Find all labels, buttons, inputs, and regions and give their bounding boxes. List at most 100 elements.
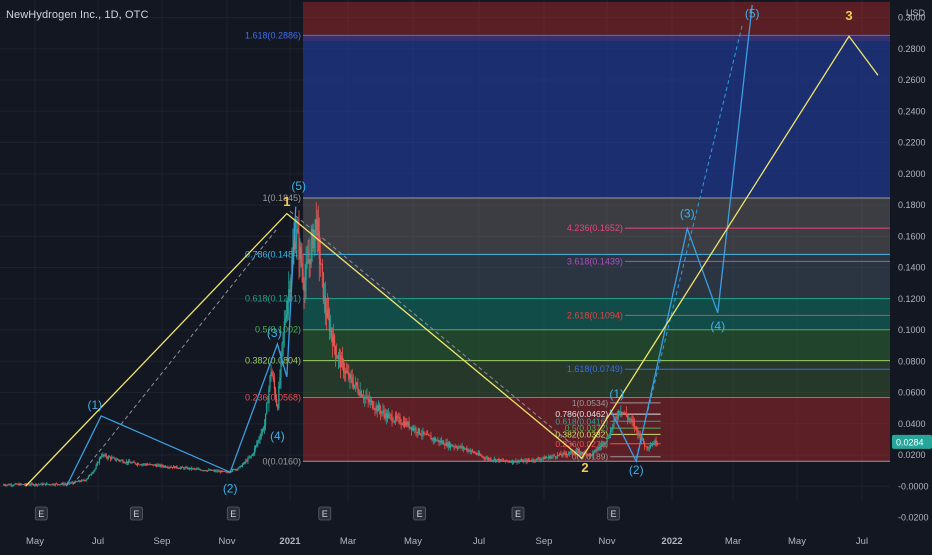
candle-body	[375, 405, 377, 410]
time-axis[interactable]: May Jul Sep Nov 2021 Mar May Jul Sep Nov 2022 Mar Ma…	[0, 528, 890, 550]
candle-body	[188, 467, 191, 470]
candle-body	[211, 469, 213, 471]
candle-body	[43, 483, 45, 485]
candle-body	[49, 484, 51, 485]
candle-body	[231, 469, 234, 472]
candle-body	[149, 464, 151, 465]
candle-body	[642, 438, 645, 444]
candle-body	[478, 452, 481, 455]
candle-body	[374, 409, 376, 411]
candle-body	[62, 483, 64, 485]
candle-body	[240, 465, 242, 467]
candle-body	[467, 449, 469, 451]
candle-body	[513, 460, 515, 463]
candle-body	[377, 405, 379, 412]
candle-body	[142, 464, 144, 465]
candle-body	[237, 468, 239, 470]
candle-body	[553, 455, 555, 457]
candle-body	[110, 457, 112, 460]
candle-body	[250, 455, 252, 457]
candle-body	[10, 484, 12, 486]
candle-body	[159, 464, 161, 467]
candle-body	[381, 411, 383, 414]
candle-body	[256, 443, 258, 446]
candle-body	[391, 415, 393, 422]
candle-body	[241, 464, 244, 467]
candle-body	[357, 386, 359, 393]
candle-body	[284, 318, 287, 322]
candle-body	[483, 456, 485, 459]
price-tick-label: 0.0600	[898, 388, 926, 398]
candle-body	[602, 442, 604, 445]
candle-body	[114, 457, 116, 460]
candle-body	[131, 462, 133, 464]
candle-body	[304, 280, 306, 292]
candle-body	[447, 442, 449, 447]
candle-body	[135, 463, 137, 465]
chart-root: 1.618(0.2886) 1(0.1845) 0.786(0.1484) 0.618…	[0, 0, 932, 550]
candle-body	[126, 461, 129, 464]
candle-body	[97, 462, 99, 464]
candle-body	[185, 467, 187, 469]
candle-body	[486, 457, 489, 459]
candle-body	[147, 464, 149, 466]
candle-body	[446, 442, 448, 447]
candle-body	[261, 429, 263, 434]
time-tick-label: Mar	[725, 536, 741, 547]
candle-body	[111, 457, 113, 460]
candle-body	[515, 460, 517, 462]
candle-body	[465, 448, 467, 450]
candle-body	[403, 421, 406, 427]
candle-body	[195, 468, 197, 470]
candle-body	[390, 414, 392, 416]
candle-body	[22, 484, 24, 486]
candle-body	[246, 460, 248, 462]
candle-body	[94, 468, 96, 471]
candle-body	[551, 456, 553, 458]
candle-body	[359, 391, 361, 396]
candle-body	[594, 449, 596, 451]
time-tick-label: Jul	[92, 536, 104, 547]
candle-body	[258, 439, 260, 441]
candle-body	[461, 446, 463, 448]
price-chart[interactable]: 1.618(0.2886)1(0.1845)0.786(0.1484)0.618…	[0, 0, 932, 550]
candle-body	[439, 440, 441, 443]
candle-body	[4, 484, 6, 486]
candle-body	[577, 450, 580, 452]
candle-body	[80, 481, 82, 483]
candle-body	[349, 374, 351, 380]
candle-body	[96, 462, 98, 466]
candle-body	[154, 464, 157, 466]
candle-body	[310, 240, 312, 264]
candle-body	[520, 460, 523, 462]
candle-body	[40, 483, 42, 485]
candle-body	[421, 434, 423, 436]
candle-body	[522, 460, 524, 463]
candle-body	[91, 473, 93, 475]
small-fib-label: 1(0.0534)	[572, 398, 609, 408]
candle-body	[42, 483, 44, 485]
candle-body	[356, 382, 358, 387]
candle-body	[33, 484, 35, 486]
candle-body	[168, 467, 170, 468]
candle-body	[144, 463, 146, 465]
candle-body	[143, 463, 145, 465]
price-tick-label: 0.3000	[898, 13, 926, 23]
candle-body	[637, 430, 639, 436]
candle-body	[112, 457, 114, 459]
candle-body	[563, 452, 565, 454]
price-axis[interactable]: USD0.30000.28000.26000.24000.22000.20000…	[891, 0, 932, 550]
candle-body	[531, 460, 533, 462]
candle-body	[244, 462, 246, 464]
candle-body	[352, 383, 354, 388]
candle-body	[8, 484, 10, 486]
candle-body	[419, 433, 422, 435]
candle-body	[441, 441, 444, 443]
candle-body	[615, 418, 617, 420]
candle-body	[7, 484, 9, 486]
candle-body	[169, 467, 171, 468]
candle-body	[444, 444, 446, 446]
candle-body	[545, 457, 548, 459]
wave-label: (2)	[223, 482, 238, 496]
candle-body	[370, 400, 373, 402]
